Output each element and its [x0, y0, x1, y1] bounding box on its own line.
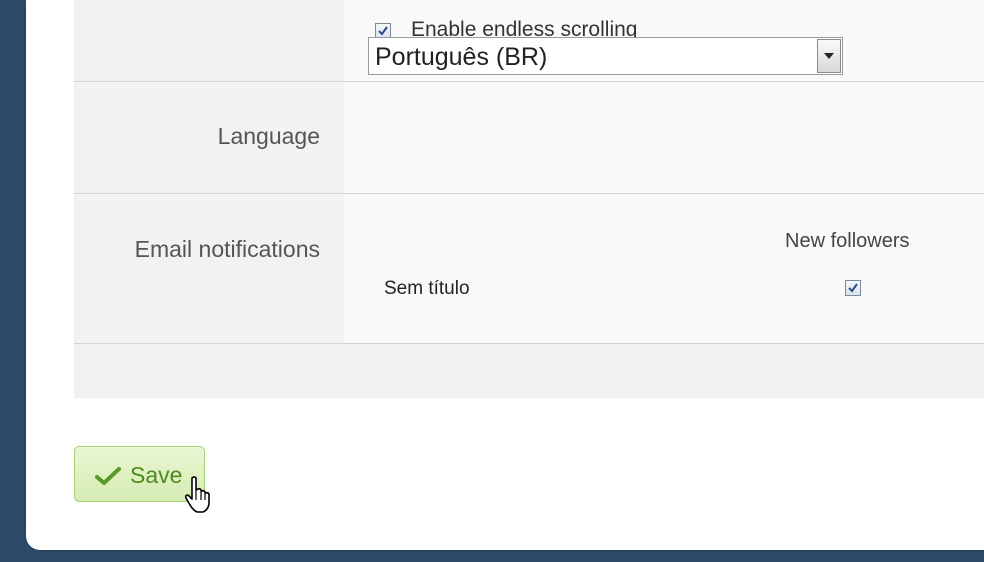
divider: [74, 343, 984, 344]
checkmark-icon: [95, 467, 121, 485]
dropdown-arrow-button[interactable]: [817, 39, 841, 73]
language-row: Language: [74, 82, 984, 193]
language-select[interactable]: Português (BR): [368, 37, 843, 75]
language-label: Language: [217, 123, 320, 149]
label-cell: Language: [74, 82, 344, 193]
hand-pointer-icon: [184, 476, 210, 513]
save-label: Save: [130, 462, 183, 488]
triangle-down-icon: [824, 53, 834, 59]
label-cell: [74, 0, 344, 81]
checkmark-icon: [378, 26, 388, 36]
checkmark-icon: [848, 283, 858, 293]
value-cell: [344, 82, 984, 193]
column-header-new-followers: New followers: [785, 230, 910, 252]
notifications-grid: New followers Sem título: [74, 194, 984, 343]
new-followers-checkbox[interactable]: [845, 280, 861, 296]
settings-form: Language Email notifications Enable endl…: [74, 0, 984, 398]
list-name: Sem título: [384, 278, 470, 299]
language-selected-value: Português (BR): [375, 43, 548, 71]
